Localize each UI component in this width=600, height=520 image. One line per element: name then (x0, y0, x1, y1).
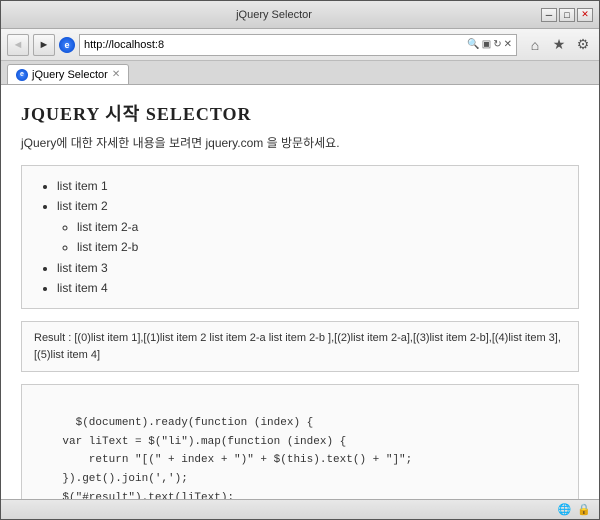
browser-tab[interactable]: e jQuery Selector ✕ (7, 64, 129, 84)
main-list: list item 1 list item 2 list item 2-a li… (37, 176, 563, 298)
compat-icon[interactable]: ▣ (482, 39, 491, 50)
status-icons: 🌐 🔒 (558, 503, 591, 516)
tools-button[interactable]: ⚙ (573, 36, 593, 54)
address-bar: 🔍 ▣ ↻ ✕ (79, 34, 517, 56)
maximize-button[interactable]: □ (559, 8, 575, 22)
tab-label: jQuery Selector (32, 69, 108, 81)
result-box: Result : [(0)list item 1],[(1)list item … (21, 321, 579, 372)
list-item: list item 2 list item 2-a list item 2-b (57, 196, 563, 257)
result-text: [(0)list item 1],[(1)list item 2 list it… (34, 332, 561, 361)
code-box: $(document).ready(function (index) { var… (21, 384, 579, 499)
refresh-icon[interactable]: ↻ (493, 39, 501, 50)
address-input[interactable] (84, 39, 467, 51)
page-content: jQuery 시작 Selector jQuery에 대한 자세한 내용을 보려… (1, 85, 599, 499)
back-button[interactable]: ◄ (7, 34, 29, 56)
status-icon-2: 🔒 (577, 503, 591, 516)
window-controls: ─ □ ✕ (541, 8, 593, 22)
sub-list: list item 2-a list item 2-b (57, 217, 563, 258)
status-icon-1: 🌐 (558, 503, 572, 516)
browser-window: jQuery Selector ─ □ ✕ ◄ ► e 🔍 ▣ ↻ ✕ ⌂ ★ … (0, 0, 600, 520)
toolbar-right: ⌂ ★ ⚙ (525, 36, 593, 54)
close-button[interactable]: ✕ (577, 8, 593, 22)
address-icons: 🔍 ▣ ↻ ✕ (467, 39, 512, 50)
list-item: list item 2-a (77, 217, 563, 237)
title-bar-title: jQuery Selector (236, 9, 312, 21)
subtitle: jQuery에 대한 자세한 내용을 보려면 jquery.com 을 방문하세… (21, 134, 579, 151)
tab-close-button[interactable]: ✕ (112, 69, 120, 80)
list-item: list item 4 (57, 278, 563, 298)
minimize-button[interactable]: ─ (541, 8, 557, 22)
tab-ie-icon: e (16, 69, 28, 81)
list-item: list item 3 (57, 258, 563, 278)
home-button[interactable]: ⌂ (525, 36, 545, 54)
result-label: Result : (34, 332, 71, 344)
search-icon[interactable]: 🔍 (467, 39, 479, 50)
list-box: list item 1 list item 2 list item 2-a li… (21, 165, 579, 309)
tab-bar: e jQuery Selector ✕ (1, 61, 599, 85)
favorites-button[interactable]: ★ (549, 36, 569, 54)
status-bar: 🌐 🔒 (1, 499, 599, 519)
list-item: list item 2-b (77, 237, 563, 257)
nav-toolbar: ◄ ► e 🔍 ▣ ↻ ✕ ⌂ ★ ⚙ (1, 29, 599, 61)
forward-button[interactable]: ► (33, 34, 55, 56)
ie-icon: e (59, 37, 75, 53)
code-content: $(document).ready(function (index) { var… (36, 417, 412, 499)
page-title: jQuery 시작 Selector (21, 100, 579, 126)
list-item: list item 1 (57, 176, 563, 196)
title-bar: jQuery Selector ─ □ ✕ (1, 1, 599, 29)
stop-icon[interactable]: ✕ (504, 39, 512, 50)
